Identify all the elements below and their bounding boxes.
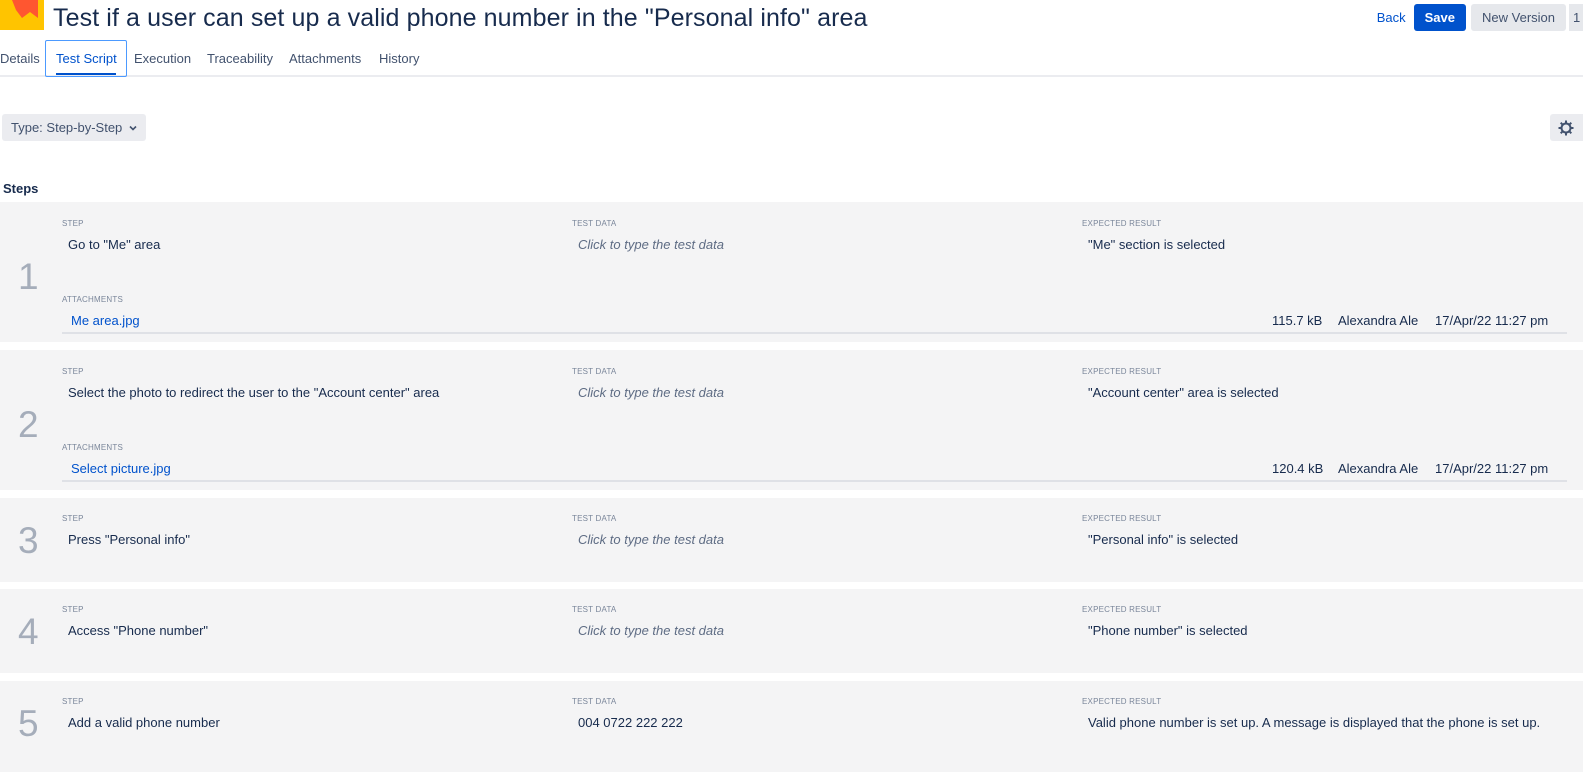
step-description[interactable]: Add a valid phone number (68, 715, 220, 730)
attachment-user: Alexandra Ale (1338, 461, 1419, 476)
test-data-field[interactable]: Click to type the test data (578, 532, 724, 547)
save-button[interactable]: Save (1413, 4, 1467, 31)
tab-bar: Details Test Script Execution Traceabili… (0, 40, 1583, 77)
step-number: 2 (18, 404, 39, 445)
step-row-1: 1 STEP TEST DATA EXPECTED RESULT Go to "… (0, 202, 1583, 342)
expected-result-column-label: EXPECTED RESULT (1082, 514, 1162, 523)
attachment-row: Select picture.jpg 120.4 kB Alexandra Al… (62, 459, 1567, 482)
test-data-column-label: TEST DATA (572, 219, 617, 228)
chevron-down-icon (129, 125, 137, 131)
expected-result-column-label: EXPECTED RESULT (1082, 219, 1162, 228)
test-data-field[interactable]: 004 0722 222 222 (578, 715, 683, 730)
page-header: Test if a user can set up a valid phone … (0, 0, 1583, 40)
step-description[interactable]: Go to "Me" area (68, 237, 160, 252)
type-dropdown[interactable]: Type: Step-by-Step (2, 114, 147, 141)
tab-test-script-label: Test Script (56, 51, 117, 66)
attachments-label: ATTACHMENTS (62, 443, 124, 452)
step-column-label: STEP (62, 219, 84, 228)
test-data-field[interactable]: Click to type the test data (578, 237, 724, 252)
more-button[interactable]: 1 (1569, 4, 1583, 31)
attachment-size: 115.7 kB (1272, 313, 1323, 328)
expected-result-column-label: EXPECTED RESULT (1082, 367, 1162, 376)
step-row-2: 2 STEP TEST DATA EXPECTED RESULT Select … (0, 350, 1583, 490)
step-description[interactable]: Press "Personal info" (68, 532, 190, 547)
step-row-3: 3 STEP TEST DATA EXPECTED RESULT Press "… (0, 498, 1583, 582)
step-column-label: STEP (62, 697, 84, 706)
attachment-link[interactable]: Select picture.jpg (71, 461, 171, 476)
expected-result[interactable]: Valid phone number is set up. A message … (1088, 715, 1540, 730)
step-number: 1 (18, 256, 39, 297)
project-logo-icon (0, 0, 44, 30)
step-column-label: STEP (62, 605, 84, 614)
expected-result[interactable]: "Phone number" is selected (1088, 623, 1248, 638)
step-number: 4 (18, 611, 39, 652)
step-row-5: 5 STEP TEST DATA EXPECTED RESULT Add a v… (0, 681, 1583, 772)
attachments-label: ATTACHMENTS (62, 295, 124, 304)
step-number: 3 (18, 520, 39, 561)
expected-result[interactable]: "Account center" area is selected (1088, 385, 1279, 400)
tab-details[interactable]: Details (0, 40, 40, 77)
expected-result[interactable]: "Me" section is selected (1088, 237, 1225, 252)
new-version-button[interactable]: New Version (1471, 4, 1566, 31)
attachment-date: 17/Apr/22 11:27 pm (1435, 313, 1549, 328)
test-data-column-label: TEST DATA (572, 514, 617, 523)
attachment-user: Alexandra Ale (1338, 313, 1419, 328)
test-data-field[interactable]: Click to type the test data (578, 623, 724, 638)
attachment-link[interactable]: Me area.jpg (71, 313, 140, 328)
test-data-column-label: TEST DATA (572, 605, 617, 614)
expected-result[interactable]: "Personal info" is selected (1088, 532, 1238, 547)
tab-history[interactable]: History (379, 40, 419, 77)
steps-heading: Steps (3, 181, 39, 196)
attachment-size: 120.4 kB (1272, 461, 1324, 476)
step-description[interactable]: Access "Phone number" (68, 623, 208, 638)
step-column-label: STEP (62, 367, 84, 376)
step-description[interactable]: Select the photo to redirect the user to… (68, 385, 439, 400)
back-link[interactable]: Back (1377, 10, 1406, 25)
test-data-column-label: TEST DATA (572, 367, 617, 376)
attachment-row: Me area.jpg 115.7 kB Alexandra Ale 17/Ap… (62, 311, 1567, 334)
settings-button[interactable] (1550, 114, 1583, 141)
tab-attachments[interactable]: Attachments (289, 40, 361, 77)
tab-test-script[interactable]: Test Script (45, 40, 127, 77)
header-actions: Back Save New Version 1 (1377, 4, 1583, 31)
attachment-date: 17/Apr/22 11:27 pm (1435, 461, 1549, 476)
type-dropdown-label: Type: Step-by-Step (11, 120, 123, 135)
step-row-4: 4 STEP TEST DATA EXPECTED RESULT Access … (0, 589, 1583, 673)
tab-traceability[interactable]: Traceability (207, 40, 273, 77)
active-tab-indicator (56, 73, 116, 75)
test-data-field[interactable]: Click to type the test data (578, 385, 724, 400)
test-data-column-label: TEST DATA (572, 697, 617, 706)
expected-result-column-label: EXPECTED RESULT (1082, 697, 1162, 706)
step-column-label: STEP (62, 514, 84, 523)
step-number: 5 (18, 703, 39, 744)
tab-execution[interactable]: Execution (134, 40, 191, 77)
gear-icon (1558, 120, 1574, 136)
page-title: Test if a user can set up a valid phone … (53, 4, 868, 32)
expected-result-column-label: EXPECTED RESULT (1082, 605, 1162, 614)
